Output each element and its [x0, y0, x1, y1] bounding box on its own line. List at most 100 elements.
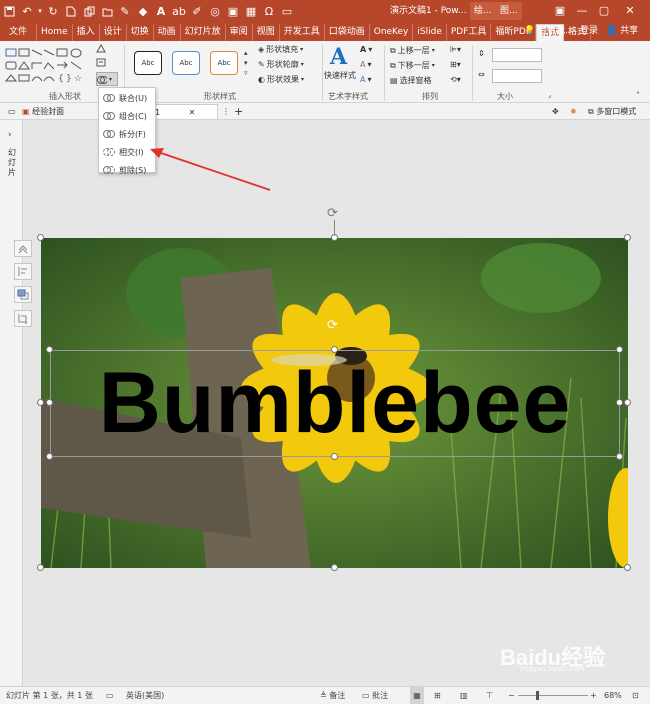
new-tab-button[interactable]: + — [230, 104, 247, 119]
rotate-handle-icon[interactable]: ⟳ — [327, 206, 338, 221]
tab-animations[interactable]: 动画 — [154, 24, 181, 41]
wordart-a-icon[interactable]: A — [330, 44, 347, 70]
multi-window-button[interactable]: ⧉ 多窗口模式 — [584, 104, 640, 119]
dropdown-icon[interactable]: ▾ — [36, 0, 44, 22]
zoom-in-button[interactable]: + — [590, 687, 597, 704]
login-link[interactable]: 登录 — [580, 22, 598, 41]
textbox-rotate-icon[interactable]: ⟳ — [327, 318, 338, 333]
arrange-tool-icon[interactable] — [14, 286, 32, 303]
islide-icon[interactable]: ✥ — [548, 104, 563, 119]
rotate-icon[interactable]: ⟲▾ — [450, 75, 461, 84]
doc-tab-cover[interactable]: ▣ 经验封面 — [18, 104, 68, 119]
open-icon[interactable] — [98, 0, 116, 22]
comments-button[interactable]: ▭ 批注 — [362, 687, 388, 704]
language-indicator[interactable]: 英语(美国) — [126, 687, 164, 704]
save-icon[interactable] — [0, 0, 18, 22]
bumblebee-textbox[interactable]: Bumblebee — [50, 350, 620, 457]
menu-item-combine[interactable]: 组合(C) — [99, 108, 155, 124]
shapes-icon[interactable]: ◎ — [206, 0, 224, 22]
table-icon[interactable]: ▦ — [242, 0, 260, 22]
notes-button[interactable]: ≜ 备注 — [320, 687, 345, 704]
expand-pane-icon[interactable]: › — [8, 130, 12, 140]
tab-design[interactable]: 设计 — [100, 24, 127, 41]
font-color-icon[interactable]: A — [152, 0, 170, 22]
shape-outline-button[interactable]: ✎ 形状轮廓 ▾ — [258, 59, 304, 70]
text-box-button[interactable] — [96, 58, 106, 67]
tab-home[interactable]: Home — [37, 24, 73, 41]
style-scroll-down-icon[interactable]: ▾ — [244, 59, 248, 67]
maximize-button[interactable]: ▢ — [594, 0, 614, 22]
selection-pane-button[interactable]: ▤ 选择窗格 — [390, 75, 432, 86]
close-button[interactable]: ✕ — [620, 0, 640, 22]
undo-icon[interactable]: ↶ — [18, 0, 36, 22]
fill-color-icon[interactable]: ◆ — [134, 0, 152, 22]
tab-file[interactable]: 文件 — [0, 24, 38, 41]
group-icon[interactable]: ⊞▾ — [450, 60, 461, 69]
tab-insert[interactable]: 插入 — [73, 24, 100, 41]
tab-view[interactable]: 视图 — [253, 24, 280, 41]
bring-forward-button[interactable]: ⧉ 上移一层 ▾ — [390, 45, 435, 56]
style-more-icon[interactable]: ▿ — [244, 69, 248, 77]
picture-icon[interactable]: ▣ — [224, 0, 242, 22]
text-fill-icon[interactable]: A ▾ — [360, 45, 372, 54]
shape-fill-button[interactable]: ◈ 形状填充 ▾ — [258, 44, 303, 55]
settings-gear-icon[interactable]: ✹ — [566, 104, 581, 119]
align-tool-icon[interactable] — [14, 263, 32, 280]
brush-icon[interactable]: ✐ — [188, 0, 206, 22]
quick-styles-button[interactable]: 快速样式 — [324, 70, 356, 81]
shape-style-blue[interactable]: Abc — [172, 51, 200, 75]
tab-pdf-tools[interactable]: PDF工具 — [447, 24, 492, 41]
resize-handle-bottom-left[interactable] — [37, 564, 44, 571]
tell-me-box[interactable]: 💡 告诉我... — [524, 22, 574, 41]
eyedropper-icon[interactable]: ✎ — [116, 0, 134, 22]
shape-style-orange[interactable]: Abc — [210, 51, 238, 75]
tab-onekey[interactable]: OneKey — [370, 24, 414, 41]
zoom-slider-track[interactable] — [518, 695, 588, 696]
width-field[interactable] — [492, 69, 542, 83]
tab-transitions[interactable]: 切换 — [127, 24, 154, 41]
style-scroll-up-icon[interactable]: ▴ — [244, 49, 248, 57]
close-tab-icon[interactable]: ✕ — [189, 108, 196, 117]
collapse-ribbon-icon[interactable]: ˄ — [636, 91, 640, 100]
send-backward-button[interactable]: ⧉ 下移一层 ▾ — [390, 60, 435, 71]
tab-pocket-animation[interactable]: 口袋动画 — [325, 24, 370, 41]
new-file-icon[interactable] — [62, 0, 80, 22]
resize-handle-right[interactable] — [624, 399, 631, 406]
shape-effects-button[interactable]: ◐ 形状效果 ▾ — [258, 74, 304, 85]
height-field[interactable] — [492, 48, 542, 62]
redo-icon[interactable]: ↻ — [44, 0, 62, 22]
zoom-out-button[interactable]: − — [508, 687, 515, 704]
menu-item-union[interactable]: 联合(U) — [99, 90, 155, 106]
zoom-slider-thumb[interactable] — [536, 691, 539, 700]
slideshow-view-icon[interactable]: ⊤ — [486, 687, 493, 704]
ribbon-display-icon[interactable]: ▣ — [550, 0, 570, 22]
align-icon[interactable]: ⊫▾ — [450, 45, 461, 54]
share-button[interactable]: 👤 共享 — [606, 22, 638, 41]
shapes-gallery[interactable]: { } ☆ — [4, 45, 92, 87]
merge-shapes-button[interactable]: ▾ — [96, 72, 118, 86]
reading-view-icon[interactable]: ▥ — [460, 687, 468, 704]
layout-options-icon[interactable] — [14, 240, 32, 257]
shapes-gallery-icons[interactable]: { } ☆ — [4, 45, 92, 87]
resize-handle-bottom-right[interactable] — [624, 564, 631, 571]
shape-style-black[interactable]: Abc — [134, 51, 162, 75]
tab-islide[interactable]: iSlide — [413, 24, 447, 41]
fit-slide-icon[interactable]: ⊡ — [632, 687, 639, 704]
slide-sorter-icon[interactable]: ⊞ — [434, 687, 441, 704]
present-icon[interactable]: ▭ — [278, 0, 296, 22]
resize-handle-top-left[interactable] — [37, 234, 44, 241]
crop-tool-icon[interactable] — [14, 310, 32, 327]
resize-handle-top-right[interactable] — [624, 234, 631, 241]
text-highlight-icon[interactable]: ab — [170, 0, 188, 22]
size-dialog-launcher-icon[interactable]: ⌟ — [548, 91, 551, 99]
copy-icon[interactable] — [80, 0, 98, 22]
zoom-level[interactable]: 68% — [604, 687, 622, 704]
bumblebee-text[interactable]: Bumblebee — [50, 356, 620, 451]
edit-shape-button[interactable] — [96, 44, 106, 53]
tab-developer[interactable]: 开发工具 — [280, 24, 325, 41]
tab-slideshow[interactable]: 幻灯片放 — [181, 24, 226, 41]
minimize-button[interactable]: — — [572, 0, 592, 22]
text-effects-icon[interactable]: A ▾ — [360, 75, 372, 84]
symbol-icon[interactable]: Ω — [260, 0, 278, 22]
normal-view-icon[interactable]: ▦ — [410, 687, 424, 704]
